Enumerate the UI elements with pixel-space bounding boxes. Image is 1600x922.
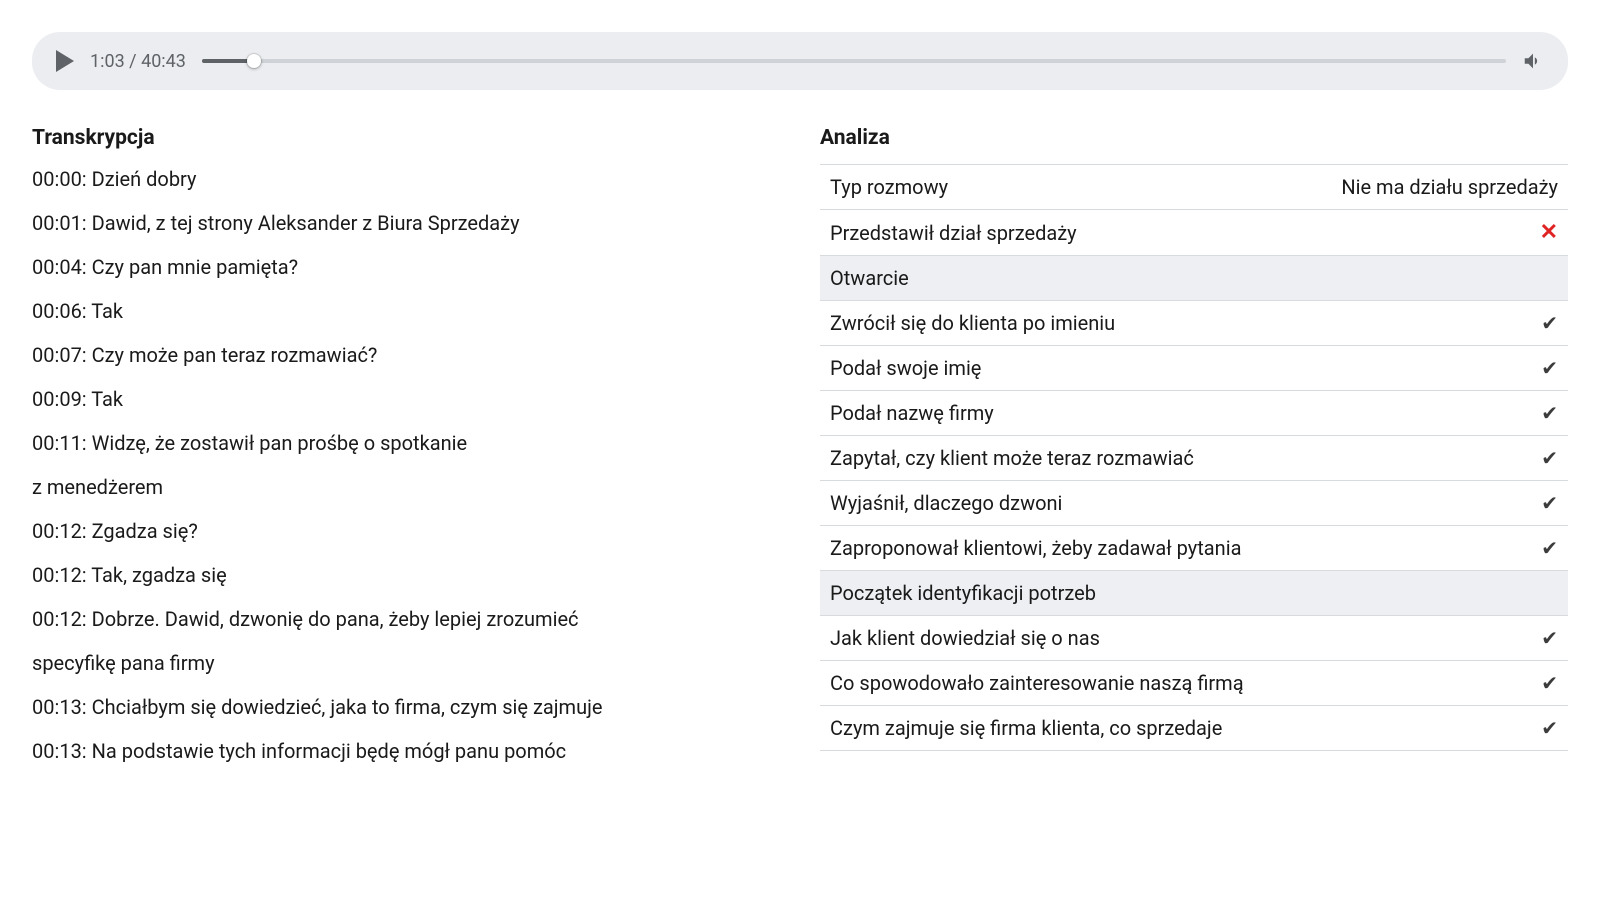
analysis-section-label: Początek identyfikacji potrzeb <box>820 571 1568 616</box>
analysis-item-label: Zapytał, czy klient może teraz rozmawiać <box>820 436 1304 481</box>
analysis-title: Analiza <box>820 126 1568 150</box>
cross-icon: ✕ <box>1540 220 1558 245</box>
analysis-row: Co spowodowało zainteresowanie naszą fir… <box>820 661 1568 706</box>
analysis-item-value: ✔ <box>1304 526 1568 571</box>
check-icon: ✔ <box>1541 311 1558 335</box>
transcript-line: 00:00: Dzień dobry <box>32 164 780 194</box>
analysis-row: Zapytał, czy klient może teraz rozmawiać… <box>820 436 1568 481</box>
analysis-item-value: ✔ <box>1304 346 1568 391</box>
analysis-row: Zaproponował klientowi, żeby zadawał pyt… <box>820 526 1568 571</box>
analysis-item-label: Podał nazwę firmy <box>820 391 1304 436</box>
analysis-item-label: Typ rozmowy <box>820 165 1304 210</box>
player-time: 1:03 / 40:43 <box>90 51 186 72</box>
analysis-row: Podał swoje imię ✔ <box>820 346 1568 391</box>
transcript-line: 00:01: Dawid, z tej strony Aleksander z … <box>32 208 780 238</box>
analysis-item-value: Nie ma działu sprzedaży <box>1304 165 1568 210</box>
analysis-table: Typ rozmowy Nie ma działu sprzedaży Przeds… <box>820 164 1568 751</box>
transcript-line: 00:12: Zgadza się? <box>32 516 780 546</box>
analysis-row: Czym zajmuje się firma klienta, co sprze… <box>820 706 1568 751</box>
analysis-item-value: ✔ <box>1304 661 1568 706</box>
analysis-row: Typ rozmowy Nie ma działu sprzedaży <box>820 165 1568 210</box>
transcript-line: 00:12: Tak, zgadza się <box>32 560 780 590</box>
analysis-item-label: Zwrócił się do klienta po imieniu <box>820 301 1304 346</box>
analysis-item-value: ✔ <box>1304 616 1568 661</box>
transcript-line: 00:13: Chciałbym się dowiedzieć, jaka to… <box>32 692 780 722</box>
current-time: 1:03 <box>90 51 125 72</box>
check-icon: ✔ <box>1541 536 1558 560</box>
analysis-item-value: ✔ <box>1304 481 1568 526</box>
transcript-line: specyfikę pana firmy <box>32 648 780 678</box>
analysis-section-label: Otwarcie <box>820 256 1568 301</box>
analysis-item-label: Czym zajmuje się firma klienta, co sprze… <box>820 706 1304 751</box>
transcript-line: 00:06: Tak <box>32 296 780 326</box>
analysis-item-value: ✔ <box>1304 391 1568 436</box>
analysis-item-value: ✔ <box>1304 706 1568 751</box>
analysis-panel: Analiza Typ rozmowy Nie ma działu sprzeda… <box>820 126 1568 780</box>
check-icon: ✔ <box>1541 401 1558 425</box>
analysis-item-label: Jak klient dowiedział się o nas <box>820 616 1304 661</box>
analysis-row: Podał nazwę firmy ✔ <box>820 391 1568 436</box>
play-button[interactable] <box>56 50 74 72</box>
analysis-item-value: ✔ <box>1304 301 1568 346</box>
analysis-value-text: Nie ma działu sprzedaży <box>1341 175 1558 199</box>
check-icon: ✔ <box>1541 716 1558 740</box>
transcript-line: 00:07: Czy może pan teraz rozmawiać? <box>32 340 780 370</box>
check-icon: ✔ <box>1541 491 1558 515</box>
analysis-item-label: Co spowodowało zainteresowanie naszą fir… <box>820 661 1304 706</box>
analysis-item-label: Zaproponował klientowi, żeby zadawał pyt… <box>820 526 1304 571</box>
check-icon: ✔ <box>1541 446 1558 470</box>
transcript-line: 00:09: Tak <box>32 384 780 414</box>
analysis-row: Zwrócił się do klienta po imieniu ✔ <box>820 301 1568 346</box>
check-icon: ✔ <box>1541 671 1558 695</box>
check-icon: ✔ <box>1541 626 1558 650</box>
transcript-body: 00:00: Dzień dobry 00:01: Dawid, z tej st… <box>32 164 780 766</box>
transcript-line: 00:04: Czy pan mnie pamięta? <box>32 252 780 282</box>
analysis-item-value: ✕ <box>1304 210 1568 256</box>
transcript-line: 00:13: Na podstawie tych informacji będę… <box>32 736 780 766</box>
transcript-title: Transkrypcja <box>32 126 780 150</box>
audio-player: 1:03 / 40:43 <box>32 32 1568 90</box>
seek-thumb[interactable] <box>247 54 261 68</box>
volume-icon[interactable] <box>1522 50 1544 72</box>
seek-track[interactable] <box>202 59 1506 63</box>
analysis-row: Jak klient dowiedział się o nas ✔ <box>820 616 1568 661</box>
analysis-section-row: Początek identyfikacji potrzeb <box>820 571 1568 616</box>
analysis-item-value: ✔ <box>1304 436 1568 481</box>
analysis-item-label: Wyjaśnił, dlaczego dzwoni <box>820 481 1304 526</box>
analysis-item-label: Przedstawił dział sprzedaży <box>820 210 1304 256</box>
analysis-row: Wyjaśnił, dlaczego dzwoni ✔ <box>820 481 1568 526</box>
transcript-line: 00:12: Dobrze. Dawid, dzwonię do pana, ż… <box>32 604 780 634</box>
analysis-item-label: Podał swoje imię <box>820 346 1304 391</box>
transcript-line: z menedżerem <box>32 472 780 502</box>
analysis-section-row: Otwarcie <box>820 256 1568 301</box>
transcript-line: 00:11: Widzę, że zostawił pan prośbę o s… <box>32 428 780 458</box>
total-time: 40:43 <box>141 51 186 72</box>
check-icon: ✔ <box>1541 356 1558 380</box>
analysis-row: Przedstawił dział sprzedaży ✕ <box>820 210 1568 256</box>
transcript-panel: Transkrypcja 00:00: Dzień dobry 00:01: Da… <box>32 126 780 780</box>
